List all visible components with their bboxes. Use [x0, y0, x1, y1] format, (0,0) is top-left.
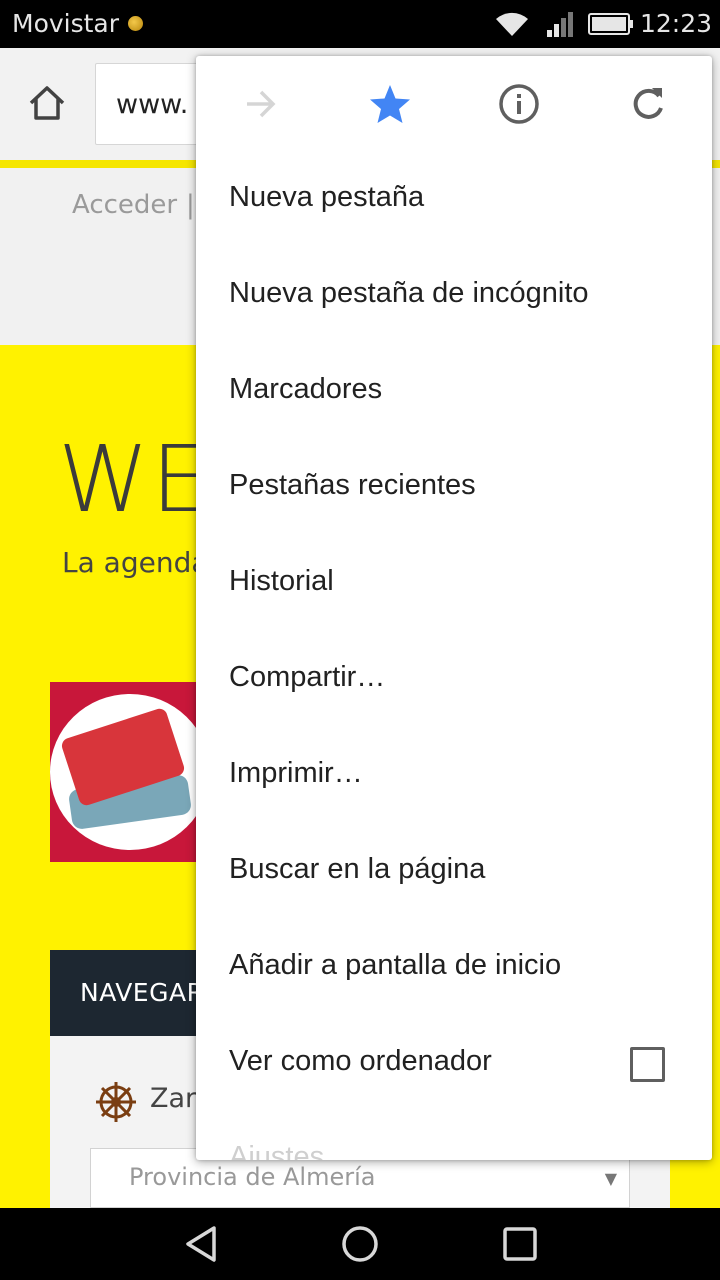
promo-image[interactable] [50, 682, 210, 862]
menu-item-request-desktop-site[interactable]: Ver como ordenador [196, 1017, 712, 1113]
menu-item-settings[interactable]: Ajustes [196, 1113, 712, 1160]
province-select-value: Provincia de Almería [129, 1163, 376, 1191]
android-nav-bar [0, 1208, 720, 1280]
login-link[interactable]: Acceder [72, 190, 177, 220]
menu-item-bookmarks[interactable]: Marcadores [196, 345, 712, 441]
carrier-name: Movistar [12, 9, 120, 38]
menu-item-label: Buscar en la página [229, 853, 486, 885]
info-icon[interactable] [495, 80, 543, 128]
menu-item-label: Marcadores [229, 373, 383, 405]
reload-icon[interactable] [624, 80, 672, 128]
menu-item-label: Historial [229, 565, 334, 597]
menu-item-new-tab[interactable]: Nueva pestaña [196, 153, 712, 249]
recents-icon[interactable] [500, 1224, 540, 1264]
menu-item-share[interactable]: Compartir… [196, 633, 712, 729]
home-circle-icon[interactable] [340, 1224, 380, 1264]
link-separator: | [186, 190, 195, 220]
wifi-icon [496, 12, 528, 36]
menu-item-label: Pestañas recientes [229, 469, 476, 501]
site-logo[interactable]: WE [58, 426, 211, 533]
bookmark-star-icon[interactable] [366, 80, 414, 128]
signal-icon [547, 12, 573, 37]
ship-wheel-icon [96, 1082, 136, 1122]
menu-item-new-incognito-tab[interactable]: Nueva pestaña de incógnito [196, 249, 712, 345]
menu-item-label: Nueva pestaña de incógnito [229, 277, 589, 309]
notification-dot-icon [128, 16, 143, 31]
dropdown-arrow-icon: ▼ [604, 1169, 617, 1188]
clock: 12:23 [640, 9, 713, 38]
menu-item-label: Añadir a pantalla de inicio [229, 949, 562, 981]
nav-label: NAVEGAR [80, 978, 205, 1007]
status-bar: Movistar 12:23 [0, 0, 720, 48]
menu-item-history[interactable]: Historial [196, 537, 712, 633]
url-text: www. [116, 89, 189, 120]
overflow-menu: Nueva pestaña Nueva pestaña de incógnito… [196, 56, 712, 1160]
back-icon[interactable] [182, 1224, 222, 1264]
menu-item-add-to-home-screen[interactable]: Añadir a pantalla de inicio [196, 921, 712, 1017]
battery-icon [588, 13, 633, 35]
menu-item-label: Ajustes [229, 1141, 325, 1160]
desktop-site-checkbox[interactable] [630, 1047, 665, 1082]
menu-item-recent-tabs[interactable]: Pestañas recientes [196, 441, 712, 537]
home-icon[interactable] [26, 83, 68, 123]
menu-item-label: Nueva pestaña [229, 181, 425, 213]
menu-item-label: Compartir… [229, 661, 386, 693]
menu-item-label: Imprimir… [229, 757, 363, 789]
forward-arrow-icon[interactable] [237, 80, 285, 128]
menu-item-find-in-page[interactable]: Buscar en la página [196, 825, 712, 921]
menu-icon-row [196, 56, 712, 152]
site-tagline: La agenda [62, 546, 209, 579]
menu-item-print[interactable]: Imprimir… [196, 729, 712, 825]
menu-item-label: Ver como ordenador [229, 1045, 492, 1077]
